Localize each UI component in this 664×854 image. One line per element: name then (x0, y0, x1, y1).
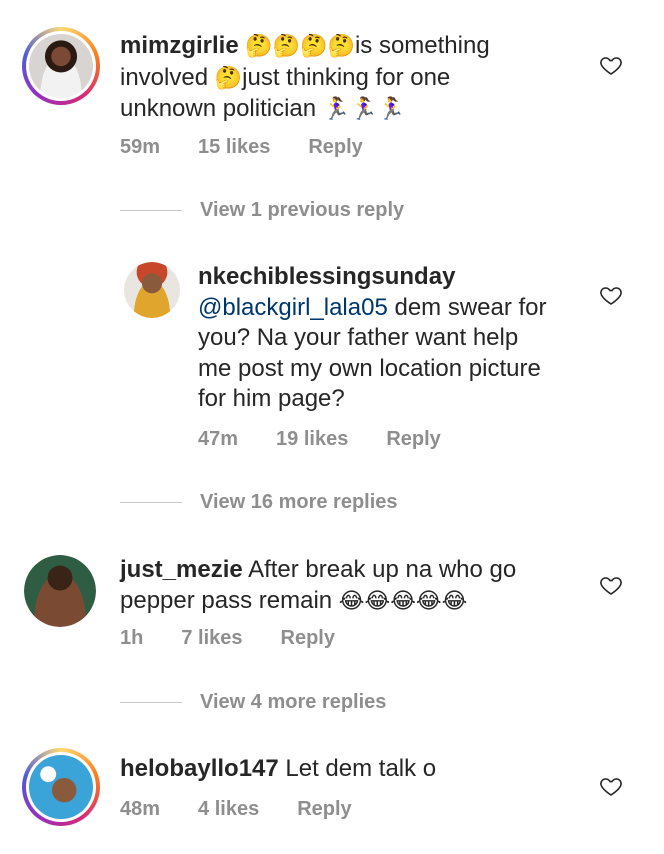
view-more-replies[interactable]: View 4 more replies (120, 691, 386, 714)
reply-button[interactable]: Reply (308, 136, 362, 159)
view-replies-label[interactable]: View 1 previous reply (200, 199, 404, 222)
username[interactable]: helobayllo147 (120, 755, 279, 782)
username[interactable]: mimzgirlie (120, 32, 239, 59)
heart-outline-icon[interactable] (598, 283, 624, 307)
comment-line: After break up na who go (242, 556, 517, 583)
comment-helobayllo147: helobayllo147 Let dem talk o 48m 4 likes… (0, 738, 664, 854)
comment-mimzgirlie: mimzgirlie 🤔🤔🤔🤔is something involved 🤔ju… (0, 0, 664, 180)
avatar[interactable] (22, 748, 100, 826)
avatar[interactable] (124, 262, 180, 318)
heart-outline-icon[interactable] (598, 573, 624, 597)
likes-count[interactable]: 15 likes (198, 136, 270, 159)
reply-button[interactable]: Reply (281, 627, 335, 650)
thinking-emoji: 🤔 (214, 65, 243, 91)
thinking-emoji: 🤔🤔🤔🤔 (245, 34, 355, 59)
comment-line: is something (354, 32, 490, 59)
comment-line: me post my own location picture (198, 354, 541, 382)
comment-text: mimzgirlie 🤔🤔🤔🤔is something involved 🤔ju… (120, 31, 560, 126)
divider (120, 210, 182, 211)
comment-line: dem swear for (387, 293, 547, 321)
heart-outline-icon[interactable] (598, 774, 624, 798)
likes-count[interactable]: 7 likes (181, 627, 242, 650)
likes-count[interactable]: 19 likes (276, 428, 348, 451)
mention-link[interactable]: @blackgirl_lala05 (198, 294, 388, 321)
reply-button[interactable]: Reply (386, 428, 440, 451)
running-woman-emoji: 🏃‍♀️🏃‍♀️🏃‍♀️ (322, 97, 405, 122)
comment-text: helobayllo147 Let dem talk o (120, 754, 560, 785)
heart-outline-icon[interactable] (598, 53, 624, 77)
comment-text: nkechiblessingsunday @blackgirl_lala05 d… (198, 262, 598, 415)
comment-line: unknown politician (120, 95, 323, 122)
reply-button[interactable]: Reply (297, 798, 351, 821)
divider (120, 502, 182, 503)
comment-line: just thinking for one (242, 63, 451, 91)
comment-just_mezie: just_mezie After break up na who go pepp… (0, 545, 664, 665)
username[interactable]: just_mezie (120, 556, 243, 583)
username[interactable]: nkechiblessingsunday (198, 263, 455, 290)
comment-meta: 1h 7 likes Reply (120, 627, 373, 650)
timestamp: 47m (198, 428, 239, 450)
timestamp: 59m (120, 136, 161, 158)
view-replies-label[interactable]: View 4 more replies (200, 691, 386, 714)
comment-nkechiblessingsunday: nkechiblessingsunday @blackgirl_lala05 d… (0, 250, 664, 460)
view-more-replies[interactable]: View 16 more replies (120, 491, 398, 514)
view-previous-replies[interactable]: View 1 previous reply (120, 199, 404, 222)
comment-line: pepper pass remain (120, 586, 339, 614)
laughing-emoji: 😂😂😂😂😂 (338, 588, 468, 614)
comment-meta: 47m 19 likes Reply (198, 428, 479, 451)
comment-meta: 48m 4 likes Reply (120, 798, 390, 821)
likes-count[interactable]: 4 likes (198, 798, 259, 821)
comment-line: Let dem talk o (278, 755, 437, 782)
comment-meta: 59m 15 likes Reply (120, 136, 401, 159)
divider (120, 702, 182, 703)
timestamp: 48m (120, 798, 161, 820)
comment-line: you? Na your father want help (198, 324, 519, 351)
avatar[interactable] (22, 27, 100, 105)
avatar[interactable] (24, 555, 96, 627)
timestamp: 1h (120, 627, 144, 649)
comment-line: for him page? (198, 385, 345, 412)
comment-text: just_mezie After break up na who go pepp… (120, 555, 560, 617)
comment-line: involved (120, 63, 215, 91)
view-replies-label[interactable]: View 16 more replies (200, 491, 398, 514)
